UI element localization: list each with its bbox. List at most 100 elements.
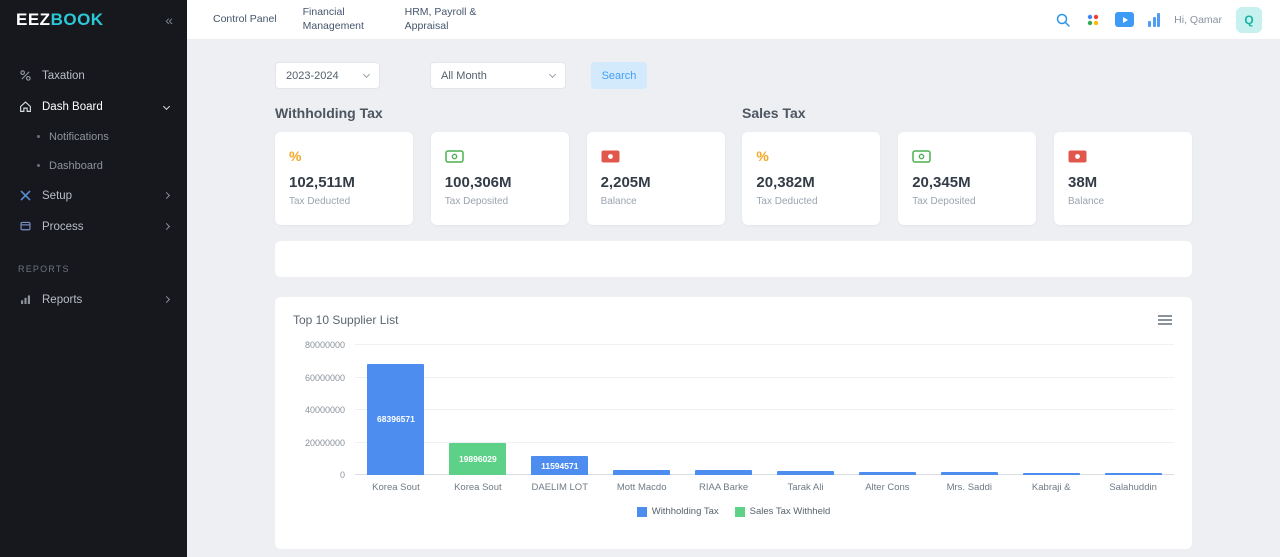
stat-label: Tax Deposited (912, 196, 1022, 207)
sidebar-item-setup[interactable]: Setup (0, 180, 187, 211)
chart-bar[interactable] (695, 470, 752, 475)
year-dropdown-value: 2023-2024 (286, 70, 339, 82)
video-icon[interactable] (1115, 12, 1134, 27)
sidebar-subitem-label: Notifications (49, 131, 109, 143)
sidebar-nav: Taxation Dash Board Notifications Dashbo… (0, 40, 187, 315)
nav-link-financial-management[interactable]: Financial Management (303, 6, 379, 33)
percent-icon: % (756, 146, 866, 166)
nav-link-hrm-payroll[interactable]: HRM, Payroll & Appraisal (405, 6, 489, 33)
sidebar-item-label: Dash Board (42, 101, 103, 113)
chart-header: Top 10 Supplier List (293, 313, 1174, 327)
year-dropdown[interactable]: 2023-2024 (275, 62, 380, 89)
nav-link-control-panel[interactable]: Control Panel (213, 13, 277, 27)
stat-value: 20,345M (912, 174, 1022, 191)
stat-card-tax-deposited-wht: 100,306M Tax Deposited (431, 132, 569, 225)
x-axis-category-label: Alter Cons (846, 482, 928, 493)
stat-label: Balance (601, 196, 711, 207)
logo-text-secondary: BOOK (51, 10, 104, 29)
filter-row: 2023-2024 All Month Search (275, 62, 1192, 89)
chart-menu-icon[interactable] (1156, 313, 1174, 327)
stat-card-tax-deducted-wht: % 102,511M Tax Deducted (275, 132, 413, 225)
app-root: EEZBOOK « Taxation Dash Board Notificati… (0, 0, 1280, 557)
empty-panel (275, 241, 1192, 277)
apps-icon[interactable] (1085, 12, 1101, 28)
search-button[interactable]: Search (591, 62, 647, 89)
nav-right: Hi, Qamar Q (1055, 7, 1262, 33)
process-icon (18, 220, 32, 233)
nav-links: Control Panel Financial Management HRM, … (213, 6, 489, 33)
bar-slot: 11594571 (519, 345, 601, 475)
stat-card-tax-deducted-sales: % 20,382M Tax Deducted (742, 132, 880, 225)
main-area: Control Panel Financial Management HRM, … (187, 0, 1280, 557)
stat-value: 20,382M (756, 174, 866, 191)
x-axis-spacer (293, 475, 355, 493)
bar-slot (601, 345, 683, 475)
bar-slot (683, 345, 765, 475)
stat-value: 100,306M (445, 174, 555, 191)
chart-bar[interactable] (1105, 473, 1162, 475)
play-triangle (1123, 17, 1128, 23)
home-icon (18, 100, 32, 113)
x-axis-category-label: Mrs. Saddi (928, 482, 1010, 493)
x-axis-category-label: Korea Sout (437, 482, 519, 493)
sidebar-item-reports[interactable]: Reports (0, 284, 187, 315)
chart-bar[interactable]: 68396571 (367, 364, 424, 475)
chart-bar[interactable] (1023, 473, 1080, 475)
stat-label: Tax Deducted (289, 196, 399, 207)
x-axis-category-label: Tarak Ali (765, 482, 847, 493)
chevron-down-icon (163, 103, 170, 110)
sidebar: EEZBOOK « Taxation Dash Board Notificati… (0, 0, 187, 557)
chart-bar[interactable] (777, 471, 834, 475)
sidebar-item-process[interactable]: Process (0, 211, 187, 242)
stat-label: Tax Deposited (445, 196, 555, 207)
y-axis-tick-label: 0 (340, 470, 345, 480)
bar-slot: 19896029 (437, 345, 519, 475)
chart-bar[interactable]: 11594571 (531, 456, 588, 475)
sidebar-subitem-label: Dashboard (49, 160, 103, 172)
sales-tax-title: Sales Tax (742, 105, 806, 121)
chart-bar[interactable]: 19896029 (449, 443, 506, 475)
banknote-icon (445, 146, 555, 166)
stat-card-tax-deposited-sales: 20,345M Tax Deposited (898, 132, 1036, 225)
percent-icon: % (289, 146, 399, 166)
supplier-chart-card: Top 10 Supplier List 0200000004000000060… (275, 297, 1192, 549)
sidebar-item-label: Process (42, 221, 84, 233)
balance-icon (1068, 146, 1178, 166)
sidebar-collapse-icon[interactable]: « (165, 12, 173, 28)
chart-plot: 68396571 19896029 11594571 (355, 345, 1174, 475)
sidebar-item-taxation[interactable]: Taxation (0, 60, 187, 91)
banknote-icon (912, 146, 1022, 166)
stat-value: 102,511M (289, 174, 399, 191)
bar-slot (846, 345, 928, 475)
tax-icon (18, 69, 32, 82)
chart-bar[interactable] (859, 472, 916, 475)
logo-row: EEZBOOK « (0, 0, 187, 40)
x-axis-category-label: Mott Macdo (601, 482, 683, 493)
bar-value-label: 19896029 (449, 454, 506, 464)
avatar[interactable]: Q (1236, 7, 1262, 33)
bar-slot (1010, 345, 1092, 475)
x-axis-category-label: Kabraji & (1010, 482, 1092, 493)
setup-icon (18, 189, 32, 202)
stat-card-balance-sales: 38M Balance (1054, 132, 1192, 225)
search-icon[interactable] (1055, 12, 1071, 28)
y-axis-tick-label: 20000000 (305, 438, 345, 448)
sidebar-subitem-notifications[interactable]: Notifications (0, 122, 187, 151)
y-axis-tick-label: 60000000 (305, 373, 345, 383)
x-axis-category-label: Salahuddin (1092, 482, 1174, 493)
withholding-tax-title: Withholding Tax (275, 105, 742, 121)
sidebar-subitem-dashboard[interactable]: Dashboard (0, 151, 187, 180)
legend-label: Sales Tax Withheld (750, 506, 831, 517)
legend-item[interactable]: Sales Tax Withheld (735, 506, 831, 517)
bar-value-label: 68396571 (367, 414, 424, 424)
logo-text-primary: EEZ (16, 10, 51, 29)
chart-bar[interactable] (613, 470, 670, 475)
legend-item[interactable]: Withholding Tax (637, 506, 719, 517)
sidebar-item-dashboard[interactable]: Dash Board (0, 91, 187, 122)
chart-bar[interactable] (941, 472, 998, 475)
app-logo: EEZBOOK (16, 10, 104, 30)
month-dropdown[interactable]: All Month (430, 62, 566, 89)
chart-x-axis: Korea SoutKorea SoutDAELIM LOTMott Macdo… (355, 482, 1174, 493)
stats-icon[interactable] (1148, 13, 1160, 27)
stat-value: 2,205M (601, 174, 711, 191)
